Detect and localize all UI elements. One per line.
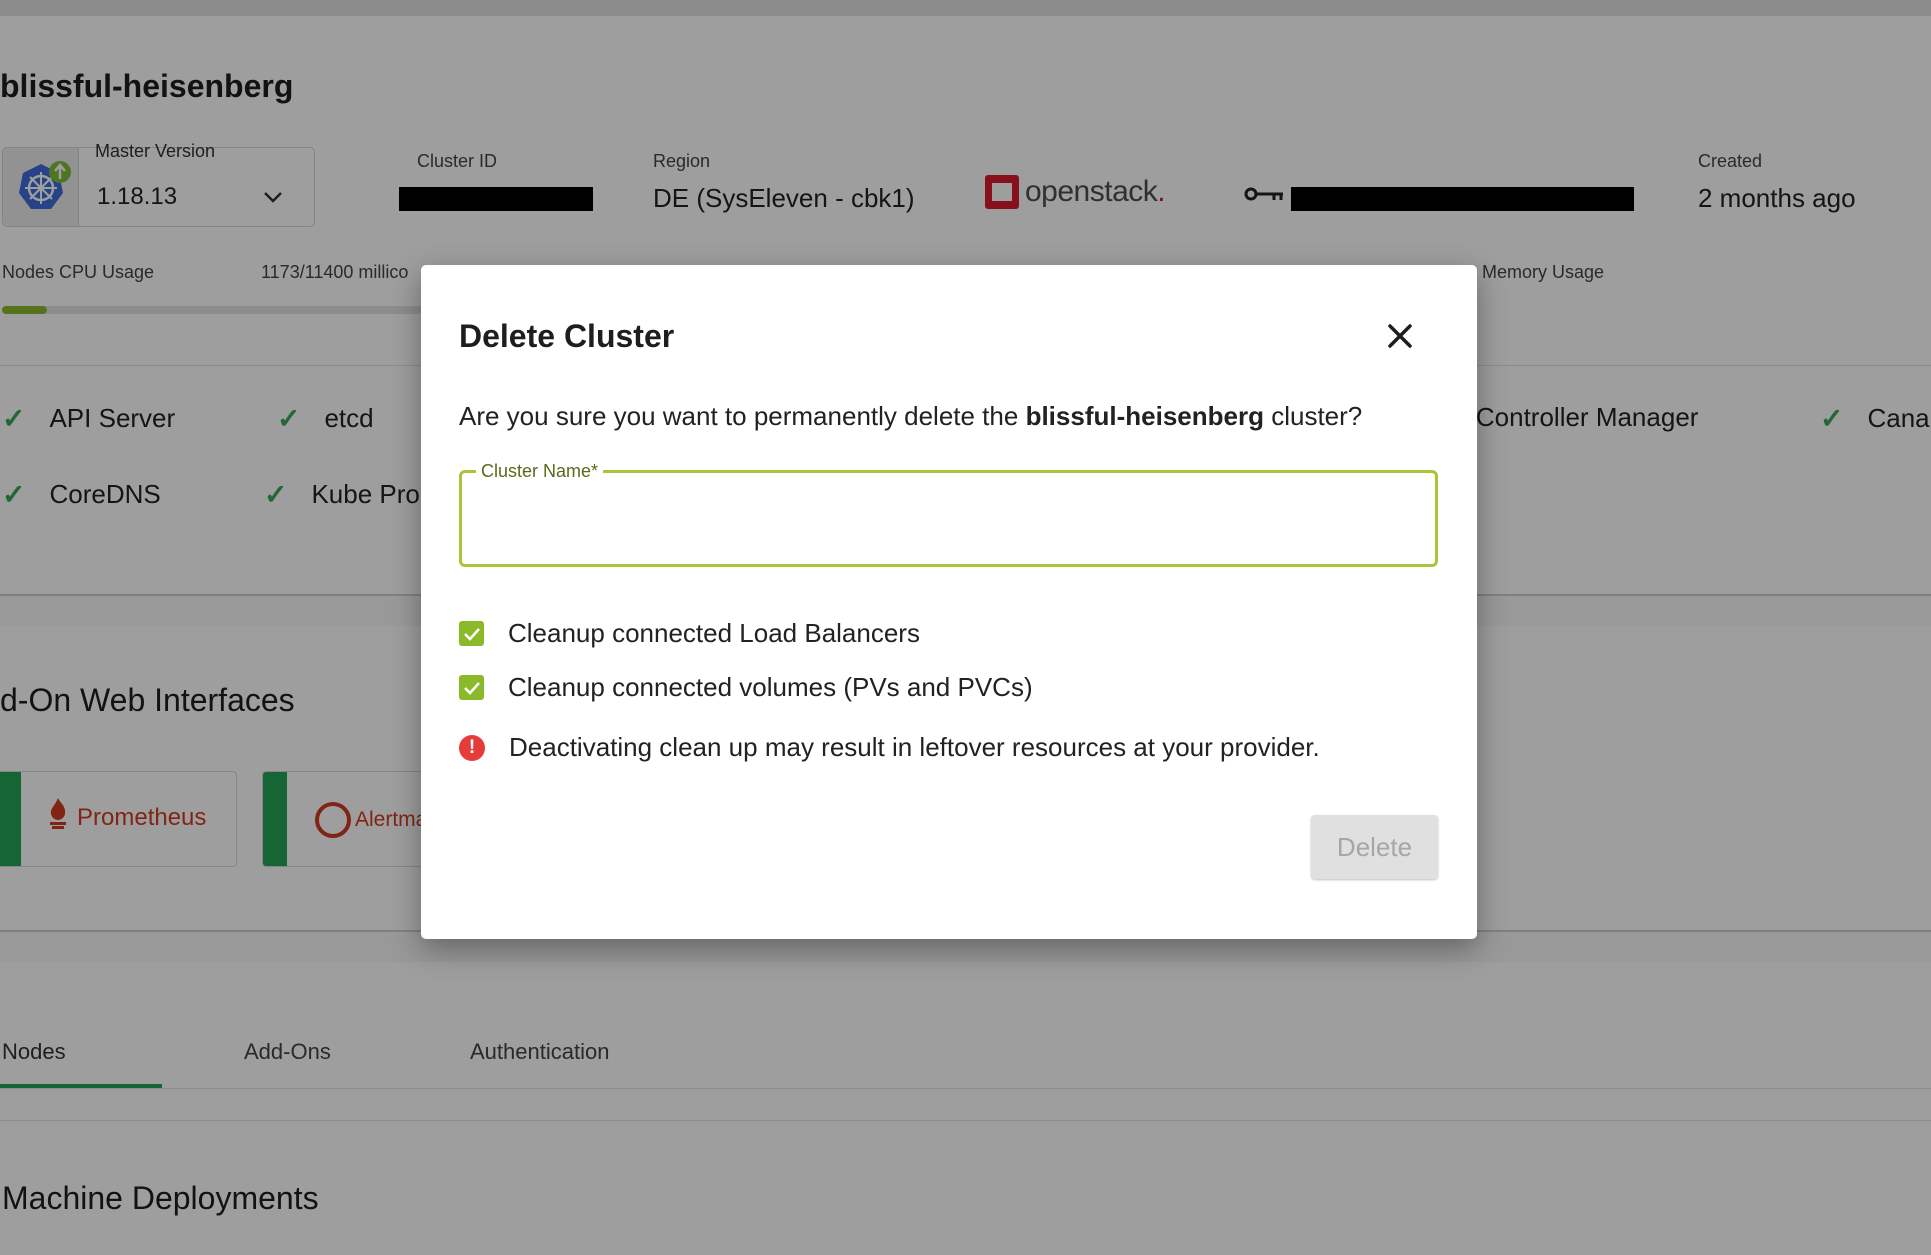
cleanup-load-balancers-row[interactable]: Cleanup connected Load Balancers <box>459 618 920 649</box>
cluster-name-label: Cluster Name* <box>476 461 604 482</box>
cluster-name-input[interactable] <box>478 507 1418 547</box>
warning-text: Deactivating clean up may result in left… <box>509 732 1320 762</box>
delete-button[interactable]: Delete <box>1311 815 1438 879</box>
delete-cluster-dialog: Delete Cluster Are you sure you want to … <box>421 265 1477 939</box>
cleanup-load-balancers-checkbox[interactable] <box>459 621 484 646</box>
cleanup-volumes-row[interactable]: Cleanup connected volumes (PVs and PVCs) <box>459 672 1033 703</box>
close-icon <box>1388 324 1412 348</box>
cleanup-volumes-label: Cleanup connected volumes (PVs and PVCs) <box>508 672 1033 702</box>
question-prefix: Are you sure you want to permanently del… <box>459 401 1019 431</box>
cleanup-warning: ! Deactivating clean up may result in le… <box>459 732 1320 763</box>
cleanup-volumes-checkbox[interactable] <box>459 675 484 700</box>
close-button[interactable] <box>1381 317 1419 355</box>
check-icon <box>463 627 480 641</box>
cleanup-load-balancers-label: Cleanup connected Load Balancers <box>508 618 920 648</box>
dialog-title: Delete Cluster <box>459 318 675 354</box>
error-icon: ! <box>459 734 485 761</box>
question-cluster-name: blissful-heisenberg <box>1025 401 1264 431</box>
confirmation-text: Are you sure you want to permanently del… <box>459 401 1362 432</box>
cluster-name-field[interactable]: Cluster Name* <box>459 461 1438 567</box>
check-icon <box>463 681 480 695</box>
question-suffix: cluster? <box>1271 401 1363 431</box>
